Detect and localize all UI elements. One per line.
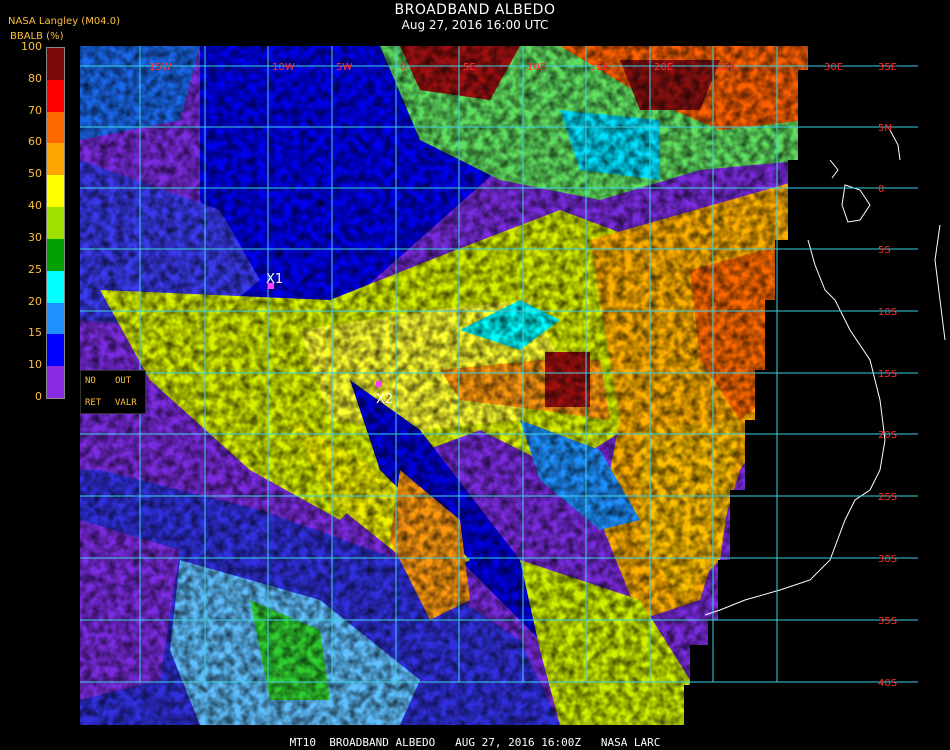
lat-label: 30S — [878, 554, 897, 565]
legend-box: NO OUT RET VALR — [80, 370, 146, 414]
lat-label: 35E — [878, 62, 897, 73]
lon-label: 15W — [149, 62, 172, 73]
lat-label: 35S — [878, 616, 897, 627]
lon-label: 10W — [272, 62, 295, 73]
lat-label: 15S — [878, 369, 897, 380]
lat-label: 40S — [878, 678, 897, 689]
marker-x2-label: X2 — [376, 392, 393, 407]
lat-label: 5N — [878, 123, 892, 134]
lon-label: 15E — [590, 62, 609, 73]
legend-ret: RET — [85, 398, 102, 408]
lat-label: 5S — [878, 245, 891, 256]
footer-caption: MT10 BROADBAND ALBEDO AUG 27, 2016 16:00… — [289, 736, 661, 749]
legend-out: OUT — [115, 376, 132, 386]
legend-no: NO — [85, 376, 96, 386]
marker-x1: X1 — [266, 272, 283, 289]
marker-x1-label: X1 — [266, 272, 283, 287]
lon-label: 5W — [336, 62, 352, 73]
lon-label: 30E — [824, 62, 843, 73]
lon-label: 10E — [527, 62, 546, 73]
lon-label: 25E — [717, 62, 736, 73]
lat-label: 0 — [878, 184, 884, 195]
lon-label: 0 — [400, 62, 406, 73]
lon-label: 5E — [463, 62, 476, 73]
lat-label: 10S — [878, 307, 897, 318]
lon-label: 20E — [654, 62, 673, 73]
albedo-image — [80, 46, 808, 725]
lat-label: 20S — [878, 430, 897, 441]
lat-label: 25S — [878, 492, 897, 503]
legend-valr: VALR — [115, 398, 137, 408]
